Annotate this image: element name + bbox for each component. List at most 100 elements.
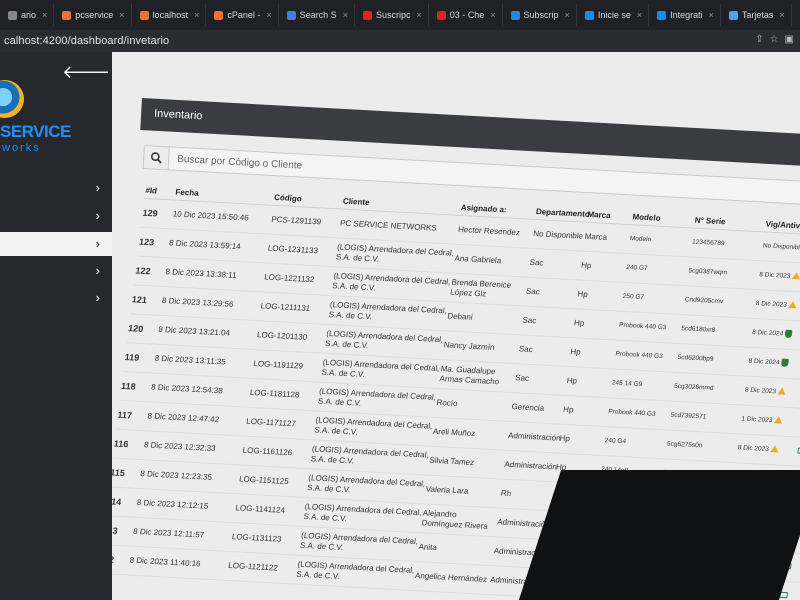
close-tab-icon[interactable]: × — [119, 10, 124, 20]
row-codigo: LOG-1141124 — [233, 493, 307, 526]
column-header[interactable]: Departamento — [535, 191, 590, 222]
browser-tab[interactable]: Search S × — [281, 4, 355, 26]
browser-tab[interactable]: 03 - Che × — [431, 4, 503, 26]
row-vigencia: 8 Dic 2024 — [750, 317, 800, 351]
close-tab-icon[interactable]: × — [42, 10, 47, 20]
browser-tab[interactable]: pcservice × — [56, 4, 132, 26]
row-vigencia: 8 Dic 2023 — [743, 375, 800, 408]
column-header[interactable]: Vig/Antivirus — [764, 203, 800, 235]
row-serie-text: 5cg3026mmd — [673, 382, 714, 392]
close-tab-icon[interactable]: × — [779, 10, 784, 20]
row-fecha-text: 8 Dic 2023 11:40:16 — [129, 555, 202, 568]
browser-tab[interactable]: Suscripc × — [357, 4, 429, 26]
row-id: 115 — [112, 457, 143, 488]
row-asignado-text: Debani — [446, 310, 474, 322]
search-button[interactable] — [142, 144, 170, 171]
row-vigencia: 8 Dic 2023 — [753, 289, 800, 322]
row-vigencia-text: 1 Dic 2023 — [740, 414, 773, 424]
browser-tab[interactable]: localhost × — [134, 4, 207, 26]
sidebar-item-1[interactable]: › — [0, 176, 112, 200]
close-tab-icon[interactable]: × — [637, 10, 642, 20]
row-id: 121 — [130, 284, 164, 315]
collapse-sidebar-arrow-icon[interactable]: 🡐 — [62, 62, 110, 83]
warning-icon — [777, 387, 787, 396]
row-departamento-text: Sac — [514, 372, 530, 383]
row-marca-text: Hp — [573, 317, 585, 328]
row-cliente-text: (LOGIS) Arrendadora del Cedral, S.A. de … — [328, 299, 448, 321]
row-marca: Hp — [572, 308, 621, 340]
row-asignado: Areli Muñoz — [431, 416, 510, 450]
row-modelo: Probook 440 G3 — [617, 310, 684, 343]
column-header[interactable]: Marca — [586, 193, 636, 225]
column-header[interactable]: N° Serie — [693, 199, 769, 232]
tab-favicon-icon — [286, 10, 296, 20]
browser-tab[interactable]: Subscrip × — [505, 4, 577, 26]
row-marca-text: Hp — [562, 404, 575, 414]
row-codigo-text: LOG-1131123 — [231, 531, 283, 544]
row-asignado: Angelica Hernández — [413, 561, 492, 595]
row-serie: 123456789 — [690, 227, 765, 261]
row-cliente-text: (LOGIS) Arrendadora del Cedral, S.A. de … — [295, 559, 416, 581]
row-vigencia-text: 8 Dic 2023 — [737, 443, 770, 453]
column-header[interactable]: #Id — [144, 170, 179, 200]
row-marca: Hp — [568, 337, 618, 369]
tab-label: ario — [21, 10, 37, 20]
share-icon[interactable]: ⇪ — [755, 34, 763, 45]
row-asignado: Rocío — [434, 388, 514, 421]
sidebar-item-inventario[interactable]: › — [0, 232, 112, 256]
row-marca: Hp — [565, 366, 614, 398]
row-serie-text: 5cd6180xr8 — [680, 324, 716, 334]
bookmark-star-icon[interactable]: ☆ — [770, 34, 779, 45]
browser-tab-strip: ario × pcservice × localhost × cPanel - × Search… — [0, 0, 800, 30]
extensions-icon[interactable]: ▣ — [785, 34, 794, 45]
brand-name: SERVICE — [0, 122, 71, 141]
row-serie: 5cd7392571 — [668, 400, 744, 434]
row-fecha-text: 8 Dic 2023 12:12:15 — [136, 497, 209, 511]
url-text[interactable]: calhost:4200/dashboard/invetario — [4, 35, 169, 47]
sidebar-item-2[interactable]: › — [0, 204, 112, 228]
browser-tab[interactable]: cPanel - × — [208, 4, 279, 26]
row-departamento: Administración — [502, 449, 558, 482]
row-asignado-text: Areli Muñoz — [432, 426, 476, 438]
row-id-text: 114 — [112, 495, 122, 507]
shield-icon — [784, 329, 793, 338]
column-header[interactable]: Asignado a: — [459, 187, 539, 220]
column-header[interactable]: Modelo — [631, 196, 698, 228]
close-tab-icon[interactable]: × — [194, 10, 199, 20]
row-cliente-text: (LOGIS) Arrendadora del Cedral, S.A. de … — [317, 386, 437, 408]
close-tab-icon[interactable]: × — [490, 10, 495, 20]
row-marca: Hp — [575, 279, 625, 311]
tab-label: Integrati — [670, 10, 703, 20]
row-serie-text: 5cg0387wqm — [688, 266, 728, 276]
row-asignado: Hector Resendez — [456, 214, 536, 248]
close-tab-icon[interactable]: × — [266, 10, 271, 20]
row-codigo: LOG-1121122 — [226, 551, 299, 584]
sidebar-item-4[interactable]: › — [0, 259, 112, 283]
row-id: 119 — [122, 342, 157, 373]
close-tab-icon[interactable]: × — [565, 10, 570, 20]
close-tab-icon[interactable]: × — [416, 10, 421, 20]
row-modelo-text: Modelo — [629, 234, 652, 243]
browser-tab[interactable]: ario × — [2, 4, 55, 26]
row-asignado: Anita — [416, 532, 496, 566]
close-tab-icon[interactable]: × — [343, 10, 348, 20]
row-serie: 5cd6180xr8 — [679, 314, 754, 347]
browser-tab[interactable]: mostrar× — [794, 4, 800, 26]
address-bar[interactable]: calhost:4200/dashboard/invetario ⇪ ☆ ▣ — [0, 30, 800, 52]
warning-icon — [774, 416, 783, 424]
row-codigo-text: LOG-1201130 — [256, 329, 308, 342]
browser-tab[interactable]: Tarjetas × — [723, 4, 792, 26]
sidebar-item-5[interactable]: › — [0, 286, 112, 310]
browser-tab[interactable]: Inicie se × — [579, 4, 650, 26]
row-asignado: Ana Gabriela — [452, 243, 532, 277]
column-header[interactable]: Código — [273, 176, 346, 209]
row-fecha-text: 8 Dic 2023 13:21:04 — [157, 324, 231, 338]
row-modelo: 240 G4 — [602, 426, 669, 459]
row-id-text: 113 — [112, 524, 119, 536]
row-fecha: 8 Dic 2023 11:40:16 — [127, 545, 231, 580]
close-tab-icon[interactable]: × — [709, 10, 714, 20]
row-vigencia-text: 8 Dic 2023 — [758, 270, 791, 280]
row-codigo: LOG-1231133 — [266, 233, 339, 267]
browser-tab[interactable]: Integrati × — [651, 4, 721, 26]
row-asignado-text: Silvia Tamez — [428, 455, 475, 467]
